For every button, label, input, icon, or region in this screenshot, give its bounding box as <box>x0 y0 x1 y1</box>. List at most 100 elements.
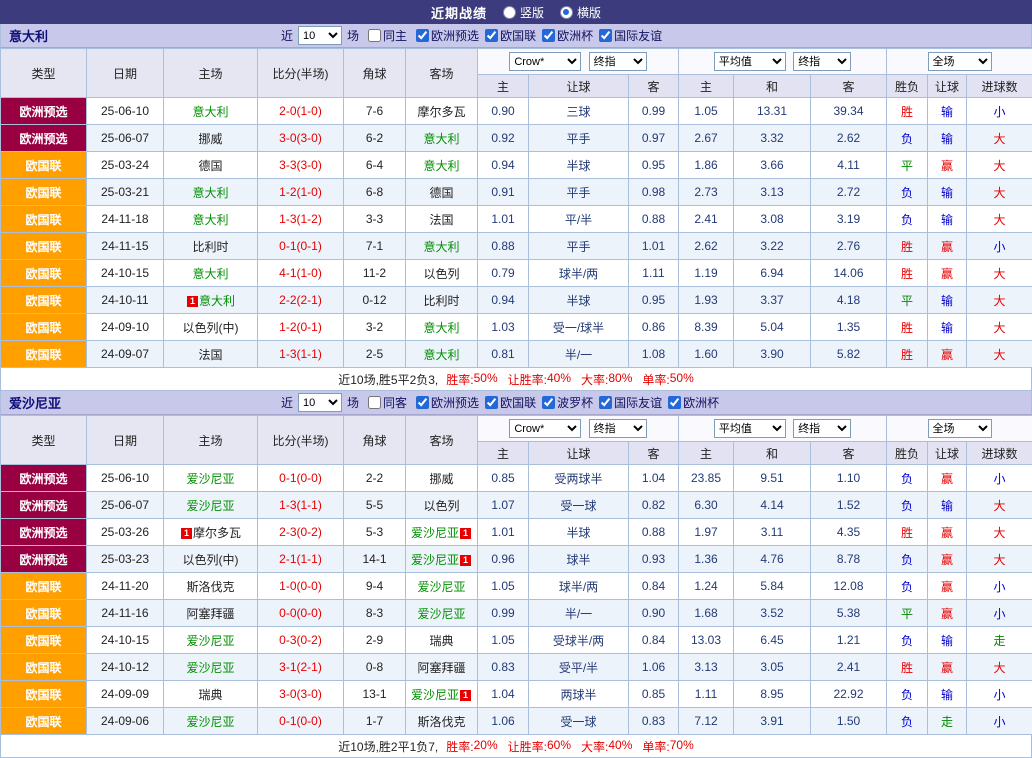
competition-checkbox[interactable] <box>485 396 498 409</box>
result-cell: 负 <box>887 573 928 600</box>
competition-filter[interactable]: 国际友谊 <box>599 394 662 411</box>
competition-checkbox[interactable] <box>542 29 555 42</box>
odds-cell: 1.86 <box>679 152 734 179</box>
score-cell: 0-1(0-1) <box>258 233 344 260</box>
competition-filter[interactable]: 欧洲杯 <box>542 27 593 44</box>
competition-filter[interactable]: 波罗杯 <box>542 394 593 411</box>
same-venue-filter[interactable]: 同主 <box>368 27 407 44</box>
match-count-select[interactable]: 10 <box>298 393 342 412</box>
odds-cell: 4.35 <box>811 519 887 546</box>
avg-select[interactable]: 平均值 <box>714 52 786 71</box>
handicap-cell: 受球半/两 <box>529 627 629 654</box>
corner-cell: 0-12 <box>344 287 406 314</box>
handicap-cell: 半球 <box>529 287 629 314</box>
layout-radio-horizontal[interactable]: 横版 <box>560 4 601 21</box>
odds-cell: 1.08 <box>629 341 679 368</box>
home-team-cell: 阿塞拜疆 <box>164 600 258 627</box>
book-stage-select[interactable]: 终指 <box>589 52 647 71</box>
scope-select[interactable]: 全场 <box>928 419 992 438</box>
handicap-result-cell: 输 <box>928 627 967 654</box>
handicap-result-cell: 输 <box>928 287 967 314</box>
summary-bar: 近10场,胜5平2负3, 胜率:50%让胜率:40%大率:80%单率:50% <box>0 368 1032 391</box>
odds-cell: 4.11 <box>811 152 887 179</box>
column-header: 让球 <box>928 75 967 98</box>
competition-filter[interactable]: 欧国联 <box>485 27 536 44</box>
competition-checkbox[interactable] <box>599 29 612 42</box>
scope-select[interactable]: 全场 <box>928 52 992 71</box>
column-header: 和 <box>734 442 811 465</box>
stat-value: 20% <box>474 738 498 755</box>
away-team-cell: 意大利 <box>406 341 478 368</box>
date-cell: 24-09-07 <box>87 341 164 368</box>
goals-result-cell: 走 <box>967 627 1032 654</box>
competition-type-cell: 欧国联 <box>1 708 87 735</box>
odds-cell: 1.21 <box>811 627 887 654</box>
odds-cell: 3.52 <box>734 600 811 627</box>
date-cell: 25-06-07 <box>87 125 164 152</box>
goals-result-cell: 小 <box>967 600 1032 627</box>
odds-cell: 1.05 <box>679 98 734 125</box>
competition-checkbox[interactable] <box>485 29 498 42</box>
radio-label-horizontal: 横版 <box>577 4 601 21</box>
competition-checkbox[interactable] <box>668 396 681 409</box>
handicap-cell: 平手 <box>529 125 629 152</box>
book-select[interactable]: Crow* <box>509 419 581 438</box>
competition-checkbox[interactable] <box>542 396 555 409</box>
odds-cell: 1.36 <box>679 546 734 573</box>
summary-stat: 大率:40% <box>581 738 632 755</box>
stat-value: 80% <box>608 371 632 388</box>
same-venue-checkbox[interactable] <box>368 396 381 409</box>
odds-cell: 1.11 <box>679 681 734 708</box>
avg-stage-select[interactable]: 终指 <box>793 52 851 71</box>
home-team-cell: 以色列(中) <box>164 314 258 341</box>
stat-value: 60% <box>547 738 571 755</box>
competition-filter[interactable]: 欧洲杯 <box>668 394 719 411</box>
result-cell: 胜 <box>887 519 928 546</box>
match-row: 欧洲预选25-03-23以色列(中)2-1(1-1)14-1爱沙尼亚10.96球… <box>1 546 1032 573</box>
competition-type-cell: 欧国联 <box>1 314 87 341</box>
column-header: 让球 <box>928 442 967 465</box>
result-cell: 负 <box>887 708 928 735</box>
match-count-select[interactable]: 10 <box>298 26 342 45</box>
book-stage-select[interactable]: 终指 <box>589 419 647 438</box>
team-label: 爱沙尼亚 <box>186 634 234 648</box>
away-team-cell: 以色列 <box>406 492 478 519</box>
match-row: 欧国联24-10-111意大利2-2(2-1)0-12比利时0.94半球0.95… <box>1 287 1032 314</box>
odds-cell: 13.03 <box>679 627 734 654</box>
competition-filter[interactable]: 国际友谊 <box>599 27 662 44</box>
column-header: 角球 <box>344 416 406 465</box>
book-select[interactable]: Crow* <box>509 52 581 71</box>
competition-type-cell: 欧洲预选 <box>1 492 87 519</box>
goals-result-cell: 大 <box>967 546 1032 573</box>
odds-cell: 13.31 <box>734 98 811 125</box>
odds-cell: 3.11 <box>734 519 811 546</box>
match-row: 欧国联25-03-21意大利1-2(1-0)6-8德国0.91平手0.982.7… <box>1 179 1032 206</box>
same-venue-checkbox[interactable] <box>368 29 381 42</box>
date-cell: 25-06-10 <box>87 465 164 492</box>
home-team-cell: 比利时 <box>164 233 258 260</box>
competition-filter[interactable]: 欧洲预选 <box>416 27 479 44</box>
competition-filter[interactable]: 欧国联 <box>485 394 536 411</box>
competition-type-cell: 欧洲预选 <box>1 98 87 125</box>
column-header: 比分(半场) <box>258 416 344 465</box>
summary-prefix: 近10场,胜5平2负3, <box>338 371 438 388</box>
goals-result-cell: 大 <box>967 125 1032 152</box>
competition-checkbox[interactable] <box>416 396 429 409</box>
odds-cell: 0.93 <box>629 546 679 573</box>
summary-stat: 单率:70% <box>642 738 693 755</box>
competition-checkbox[interactable] <box>416 29 429 42</box>
competition-label: 欧洲杯 <box>557 27 593 44</box>
avg-select[interactable]: 平均值 <box>714 419 786 438</box>
odds-cell: 8.95 <box>734 681 811 708</box>
same-venue-filter[interactable]: 同客 <box>368 394 407 411</box>
competition-filter[interactable]: 欧洲预选 <box>416 394 479 411</box>
layout-radio-vertical[interactable]: 竖版 <box>503 4 544 21</box>
competition-checkbox[interactable] <box>599 396 612 409</box>
handicap-result-cell: 输 <box>928 681 967 708</box>
odds-cell: 0.94 <box>478 287 529 314</box>
radio-icon-horizontal <box>560 6 573 19</box>
radio-label-vertical: 竖版 <box>520 4 544 21</box>
avg-stage-select[interactable]: 终指 <box>793 419 851 438</box>
odds-cell: 0.90 <box>629 600 679 627</box>
result-cell: 胜 <box>887 654 928 681</box>
